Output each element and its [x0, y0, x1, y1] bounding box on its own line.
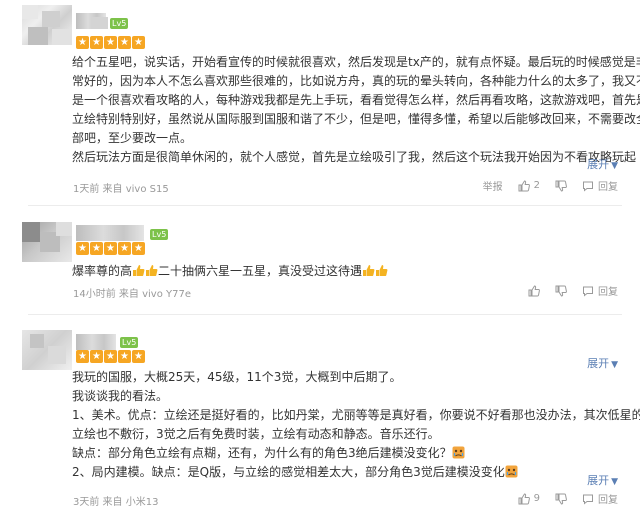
review-line: 爆率尊的高 二十抽俩六星一五星，真没受过这待遇: [72, 262, 617, 281]
review-line-part: 二十抽俩六星一五星，真没受过这待遇: [158, 264, 363, 278]
thumbs-up-emoji: [363, 265, 375, 276]
level-badge: Lv5: [150, 229, 169, 240]
dislike-button[interactable]: [555, 285, 567, 297]
star-icon: ★: [118, 350, 131, 363]
review-text: 爆率尊的高 二十抽俩六星一五星，真没受过这待遇: [72, 262, 617, 281]
review-actions: 回复: [513, 283, 618, 298]
review-line: 是一个很喜欢看攻略的人，每种游戏我都是先上手玩，看看觉得怎么样，然后再看攻略，这…: [72, 93, 640, 107]
star-icon: ★: [132, 36, 145, 49]
review-meta: 14小时前 来自 vivo Y77e: [73, 289, 191, 300]
expand-link[interactable]: 展开 ▼: [587, 472, 618, 488]
review-text: 我玩的国服，大概25天，45级，11个3觉，大概到中后期了。 我谈谈我的看法。 …: [72, 368, 640, 482]
star-icon: ★: [90, 350, 103, 363]
review-card: Lv5 ★ ★ ★ ★ ★ 展开 ▼ 我玩的国服，大概25天，45级，11个3觉，…: [0, 318, 640, 523]
reply-label: 回复: [598, 287, 618, 298]
star-icon: ★: [76, 36, 89, 49]
reply-button[interactable]: 回复: [582, 283, 618, 298]
review-actions: 9 回复: [503, 491, 618, 506]
thumbs-up-icon: [518, 492, 530, 504]
review-line: 立绘特别特别好，虽然说从国际服到国服和谐了不少，但是吧，懂得多懂，希望以后能够改…: [72, 112, 640, 126]
reply-label: 回复: [598, 182, 618, 193]
review-meta: 3天前 来自 小米13: [73, 497, 159, 508]
username[interactable]: [76, 334, 116, 350]
username[interactable]: [76, 225, 144, 241]
review-text: 给个五星吧，说实话，开始看宣传的时候就很喜欢，然后发现是tx产的，就有点怀疑。最…: [72, 53, 640, 167]
review-line: 缺点：部分角色立绘有点糊，还有，为什么有的角色3绝后建模没变化？: [72, 444, 617, 463]
like-button[interactable]: 2: [518, 179, 540, 192]
star-icon: ★: [104, 242, 117, 255]
star-icon: ★: [132, 242, 145, 255]
review-meta: 1天前 来自 vivo S15: [73, 184, 169, 195]
divider: [28, 314, 622, 315]
thumbs-down-icon: [555, 285, 567, 297]
chevron-down-icon: ▼: [611, 477, 618, 487]
chevron-down-icon: ▼: [611, 161, 618, 171]
review-card: Lv5 ★ ★ ★ ★ ★ 给个五星吧，说实话，开始看宣传的时候就很喜欢，然后发…: [0, 0, 640, 201]
report-button[interactable]: 举报: [483, 178, 503, 193]
review-line: 2、局内建模。缺点：是Q版，与立绘的感觉相差太大，部分角色3觉后建模没变化: [72, 463, 617, 482]
divider: [28, 205, 622, 206]
expand-label: 展开: [587, 474, 610, 487]
star-icon: ★: [104, 36, 117, 49]
like-button[interactable]: [528, 284, 540, 297]
review-line-part: 缺点：部分角色立绘有点糊，还有，为什么有的角色3绝后建模没变化？: [72, 446, 452, 460]
like-count: 2: [533, 180, 540, 191]
avatar[interactable]: [22, 5, 72, 45]
review-actions: 举报 2 回复: [468, 178, 618, 193]
like-button[interactable]: 9: [518, 492, 540, 505]
thumbs-up-icon: [528, 284, 540, 296]
review-line: 1、美术。优点：立绘还是挺好看的，比如丹棠，尤丽等等是真好看，你要说不好看那也没…: [72, 408, 640, 422]
report-label: 举报: [482, 182, 503, 193]
level-badge: Lv5: [120, 337, 139, 348]
avatar[interactable]: [22, 222, 72, 262]
star-icon: ★: [90, 242, 103, 255]
crying-face-emoji: [452, 446, 465, 459]
expand-link[interactable]: 展开 ▼: [587, 156, 618, 172]
avatar[interactable]: [22, 330, 72, 370]
thumbs-up-icon: [518, 179, 530, 191]
review-line: 给个五星吧，说实话，开始看宣传的时候就很喜欢，然后发现是tx产的，就有点怀疑。最…: [72, 55, 640, 69]
star-icon: ★: [76, 350, 89, 363]
review-line: 部吧，至少要改一点。: [72, 131, 193, 145]
star-icon: ★: [90, 36, 103, 49]
rating-stars: ★ ★ ★ ★ ★: [76, 350, 145, 364]
star-icon: ★: [118, 36, 131, 49]
rating-stars: ★ ★ ★ ★ ★: [76, 36, 145, 50]
thumbs-up-emoji: [376, 265, 388, 276]
star-icon: ★: [104, 350, 117, 363]
username-extra: [92, 17, 108, 29]
reply-button[interactable]: 回复: [582, 178, 618, 193]
review-line: 常好的，因为本人不怎么喜欢那些很难的，比如说方舟，真的玩的晕头转向，各种能力什么…: [72, 74, 640, 88]
reply-label: 回复: [598, 495, 618, 506]
level-badge: Lv5: [110, 18, 129, 29]
like-count: 9: [533, 493, 540, 504]
dislike-button[interactable]: [555, 493, 567, 505]
thumbs-down-icon: [555, 493, 567, 505]
comment-icon: [583, 286, 593, 297]
thumbs-up-emoji: [133, 265, 145, 276]
thumbs-up-emoji: [146, 265, 158, 276]
review-line-part: 2、局内建模。缺点：是Q版，与立绘的感觉相差太大，部分角色3觉后建模没变化: [72, 465, 505, 479]
thumbs-down-icon: [555, 180, 567, 192]
comment-icon: [583, 494, 593, 505]
dislike-button[interactable]: [555, 180, 567, 192]
reply-button[interactable]: 回复: [582, 491, 618, 506]
review-line: 我玩的国服，大概25天，45级，11个3觉，大概到中后期了。: [72, 370, 402, 384]
review-line: 我谈谈我的看法。: [72, 389, 169, 403]
star-icon: ★: [118, 242, 131, 255]
review-line: 立绘也不敷衍，3觉之后有免费时装，立绘有动态和静态。音乐还行。: [72, 427, 440, 441]
rating-stars: ★ ★ ★ ★ ★: [76, 242, 145, 256]
comment-icon: [583, 181, 593, 192]
review-card: Lv5 ★ ★ ★ ★ ★ 爆率尊的高 二十抽俩六星一五星，真没受过这待遇 14小…: [0, 212, 640, 312]
star-icon: ★: [132, 350, 145, 363]
expand-label: 展开: [587, 158, 610, 171]
crying-face-emoji: [505, 465, 518, 478]
review-line-part: 爆率尊的高: [72, 264, 133, 278]
review-line: 然后玩法方面是很简单休闲的，就个人感觉，首先是立绘吸引了我，然后这个玩法我开始因…: [72, 150, 637, 164]
star-icon: ★: [76, 242, 89, 255]
